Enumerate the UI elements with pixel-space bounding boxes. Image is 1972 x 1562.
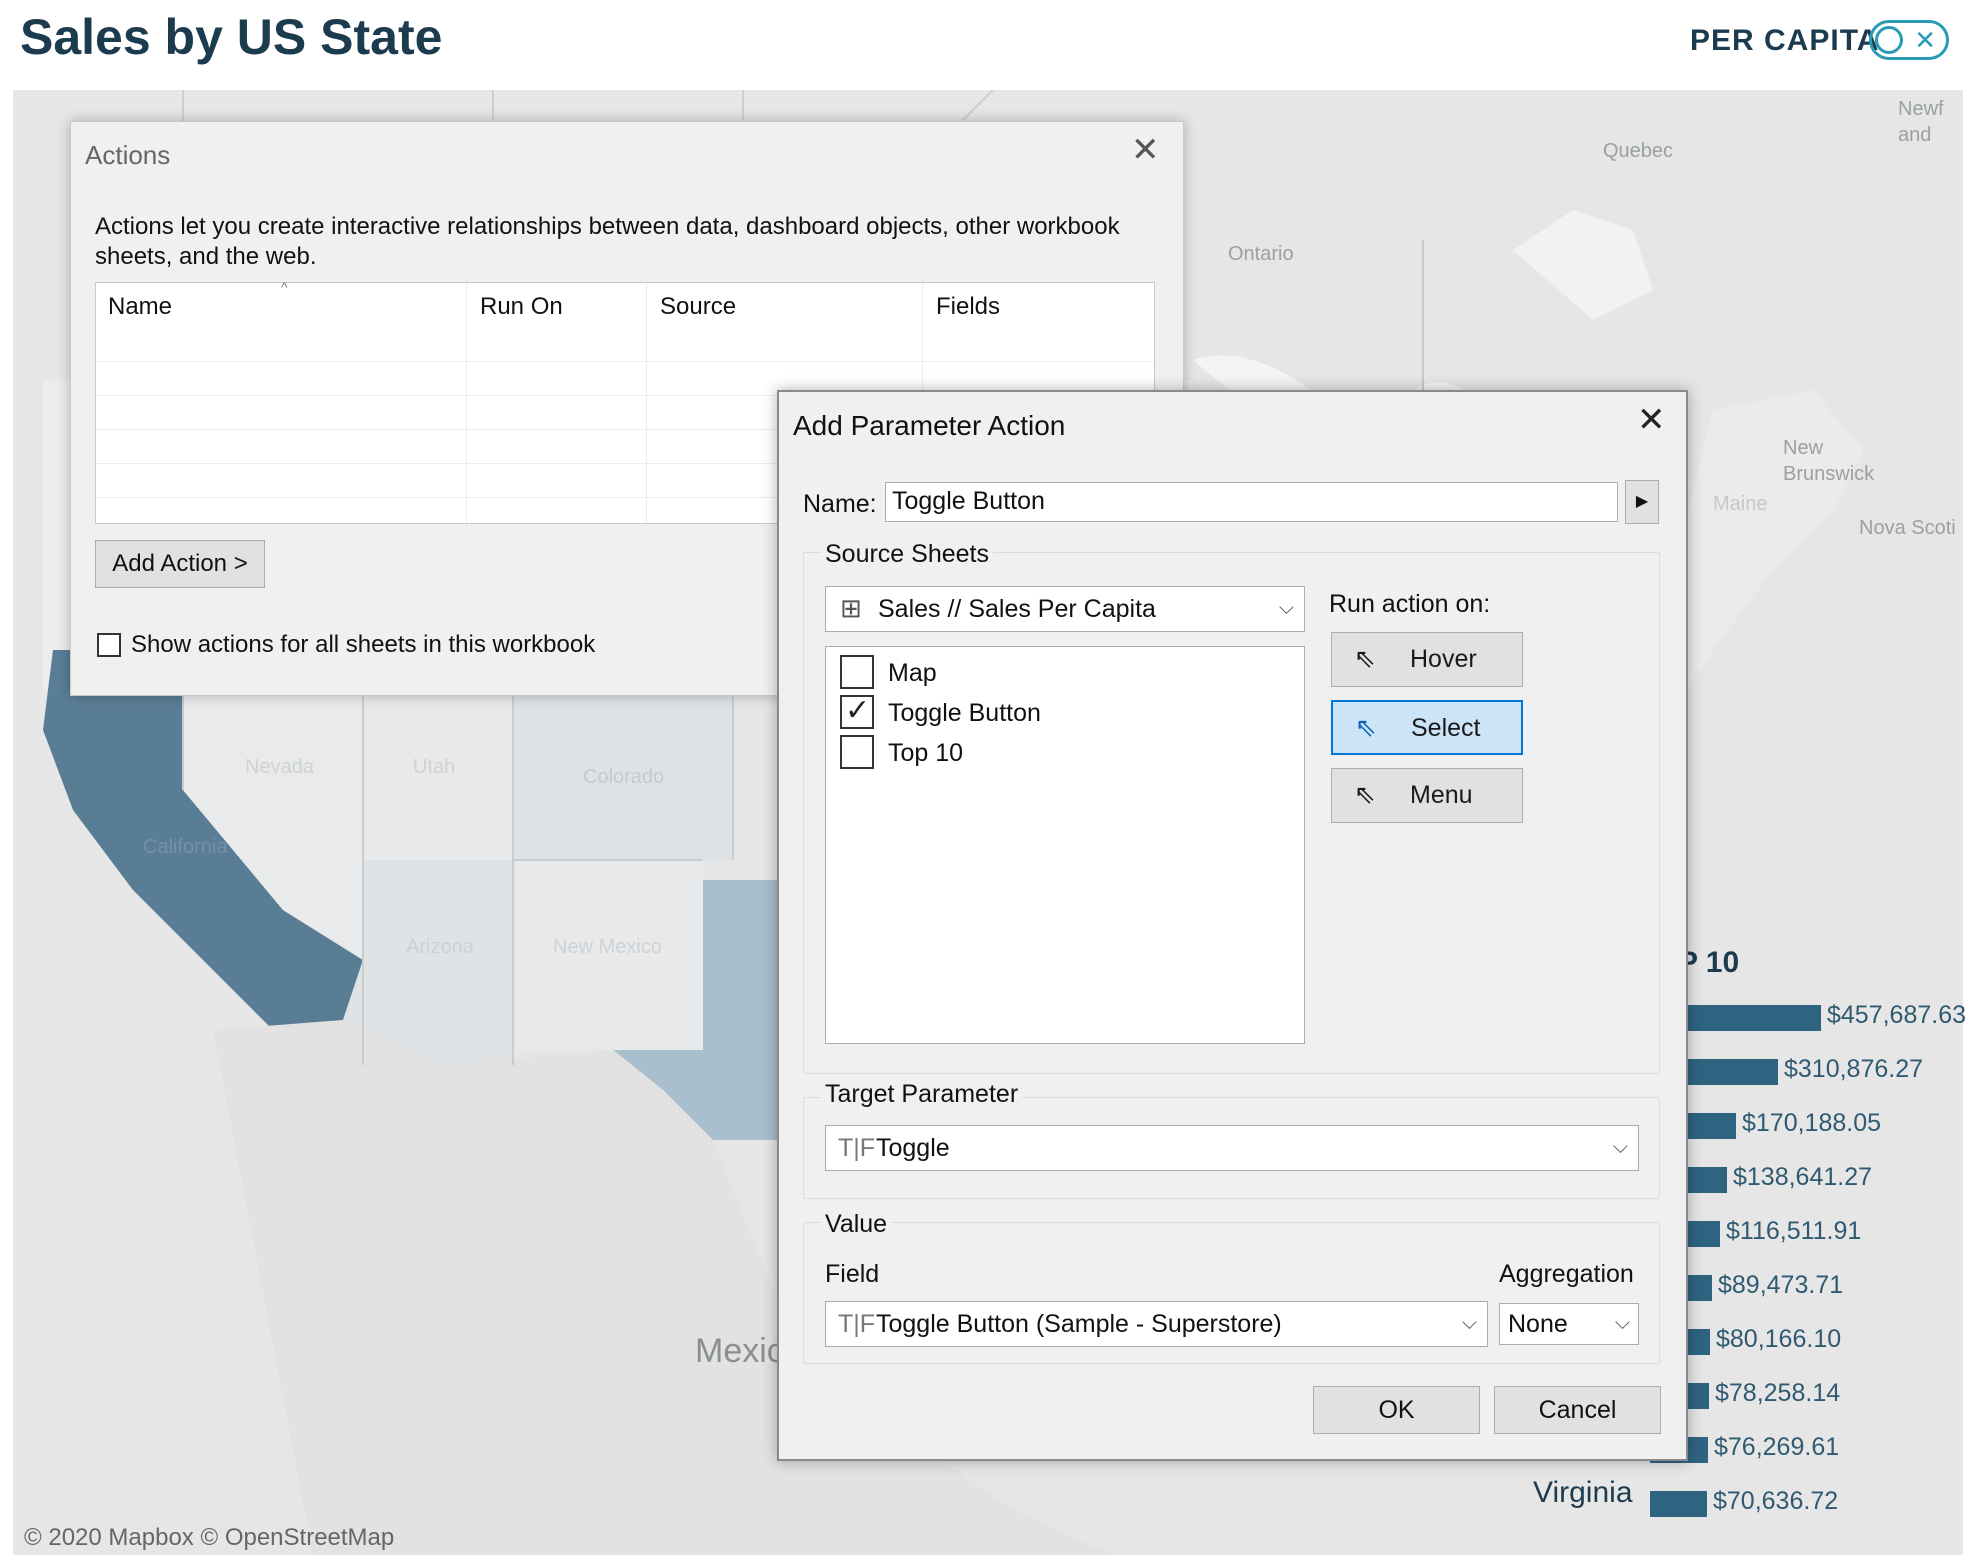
run-hover-label: Hover <box>1410 645 1477 673</box>
chevron-down-icon: ⌵ <box>1614 1312 1630 1334</box>
show-all-actions-checkbox[interactable] <box>97 633 121 657</box>
per-capita-label: PER CAPITA <box>1690 24 1880 57</box>
add-action-button[interactable]: Add Action > <box>95 540 265 588</box>
top10-state-label: Virginia <box>1533 1476 1633 1509</box>
sheet-label-toggle-button: Toggle Button <box>888 699 1041 727</box>
top10-value-label: $116,511.91 <box>1726 1217 1862 1245</box>
source-sheets-label: Source Sheets <box>821 540 993 569</box>
map-label-colorado: Colorado <box>583 766 665 788</box>
cancel-button[interactable]: Cancel <box>1494 1386 1661 1434</box>
ok-button[interactable]: OK <box>1313 1386 1480 1434</box>
run-menu-button[interactable]: ⇖ Menu <box>1331 768 1523 823</box>
chevron-down-icon: ⌵ <box>1278 597 1294 619</box>
run-select-button[interactable]: ⇖ Select <box>1331 700 1523 755</box>
x-icon: ✕ <box>1914 25 1936 55</box>
actions-description: Actions let you create interactive relat… <box>95 213 1120 270</box>
target-parameter-value: Toggle <box>876 1134 950 1162</box>
top10-value-label: $170,188.05 <box>1742 1109 1882 1137</box>
sheet-label-map: Map <box>888 659 937 687</box>
aggregation-value: None <box>1508 1310 1568 1338</box>
name-arrow-button[interactable]: ▶ <box>1625 480 1659 524</box>
top10-value-label: $89,473.71 <box>1718 1271 1844 1299</box>
name-label: Name: <box>803 490 877 518</box>
param-dialog-title: Add Parameter Action <box>793 410 1066 441</box>
map-label-new-brunswick: New Brunswick <box>1783 437 1875 485</box>
aggregation-label: Aggregation <box>1499 1260 1634 1288</box>
top10-value-label: $138,641.27 <box>1733 1163 1873 1191</box>
sheet-checkbox-toggle-button[interactable]: ✓ <box>840 694 874 729</box>
source-sheet-select[interactable]: ⊞ Sales // Sales Per Capita ⌵ <box>825 586 1305 632</box>
checkmark-icon: ✓ <box>845 694 871 727</box>
run-hover-button[interactable]: ⇖ Hover <box>1331 632 1523 687</box>
run-action-label: Run action on: <box>1329 590 1491 618</box>
target-parameter-select[interactable]: T|F Toggle ⌵ <box>825 1125 1639 1171</box>
map-label-mexico: Mexic <box>695 1332 784 1370</box>
value-label: Value <box>821 1210 892 1239</box>
column-header-run-on[interactable]: Run On <box>480 293 563 321</box>
top10-value-label: $78,258.14 <box>1715 1379 1841 1407</box>
chevron-down-icon: ⌵ <box>1461 1312 1477 1334</box>
top10-value-label: $310,876.27 <box>1784 1055 1924 1083</box>
boolean-type-icon: T|F <box>838 1310 876 1338</box>
aggregation-select[interactable]: None ⌵ <box>1499 1303 1639 1345</box>
top10-value-label: $457,687.63 <box>1827 1001 1967 1029</box>
menu-pointer-icon: ⇖ <box>1354 779 1376 809</box>
map-label-maine: Maine <box>1713 493 1768 515</box>
actions-close-icon[interactable]: ✕ <box>1131 130 1160 170</box>
map-label-new-mexico: New Mexico <box>553 936 662 958</box>
map-label-quebec: Quebec <box>1603 140 1674 162</box>
boolean-type-icon: T|F <box>838 1134 876 1162</box>
toggle-knob <box>1875 26 1903 54</box>
field-select[interactable]: T|F Toggle Button (Sample - Superstore) … <box>825 1301 1488 1347</box>
sheet-label-top-10: Top 10 <box>888 739 964 767</box>
column-header-source[interactable]: Source <box>660 293 736 321</box>
per-capita-toggle[interactable]: ✕ <box>1869 20 1949 60</box>
sheet-checkbox-top-10[interactable] <box>840 735 874 769</box>
map-label-ontario: Ontario <box>1228 243 1294 265</box>
sort-up-icon: ^ <box>281 279 288 295</box>
column-header-fields[interactable]: Fields <box>936 293 1000 321</box>
sheet-checkbox-map[interactable] <box>840 655 874 689</box>
map-label-california: California <box>143 836 228 858</box>
sheet-list[interactable]: Map ✓ Toggle Button Top 10 <box>825 646 1305 1044</box>
map-label-arizona: Arizona <box>406 936 474 958</box>
map-label-utah: Utah <box>413 756 456 778</box>
add-parameter-action-dialog: Add Parameter Action ✕ Name: Toggle Butt… <box>777 390 1688 1461</box>
field-label: Field <box>825 1260 880 1288</box>
param-close-icon[interactable]: ✕ <box>1637 400 1666 440</box>
target-parameter-label: Target Parameter <box>821 1080 1023 1109</box>
column-header-name[interactable]: Name <box>108 293 172 321</box>
source-sheet-value: Sales // Sales Per Capita <box>878 595 1156 623</box>
actions-dialog-title: Actions <box>85 140 171 170</box>
map-attribution[interactable]: © 2020 Mapbox © OpenStreetMap <box>24 1524 394 1552</box>
top10-value-label: $70,636.72 <box>1713 1487 1839 1515</box>
map-label-nevada: Nevada <box>245 756 314 778</box>
map-label-newfoundland: Newf and <box>1898 98 1944 146</box>
top10-value-label: $76,269.61 <box>1714 1433 1840 1461</box>
chevron-down-icon: ⌵ <box>1612 1136 1628 1158</box>
run-select-label: Select <box>1411 714 1481 742</box>
map-label-nova-scotia: Nova Scoti <box>1859 517 1956 539</box>
top10-value-label: $80,166.10 <box>1716 1325 1842 1353</box>
show-all-actions-label: Show actions for all sheets in this work… <box>131 631 596 658</box>
name-field[interactable]: Toggle Button <box>885 482 1618 522</box>
data-source-icon: ⊞ <box>840 593 862 623</box>
run-menu-label: Menu <box>1410 781 1473 809</box>
page-title: Sales by US State <box>20 9 443 65</box>
top10-bar[interactable] <box>1650 1491 1707 1517</box>
field-value: Toggle Button (Sample - Superstore) <box>876 1310 1282 1338</box>
select-pointer-icon: ⇖ <box>1355 712 1377 742</box>
pointer-icon: ⇖ <box>1354 643 1376 673</box>
